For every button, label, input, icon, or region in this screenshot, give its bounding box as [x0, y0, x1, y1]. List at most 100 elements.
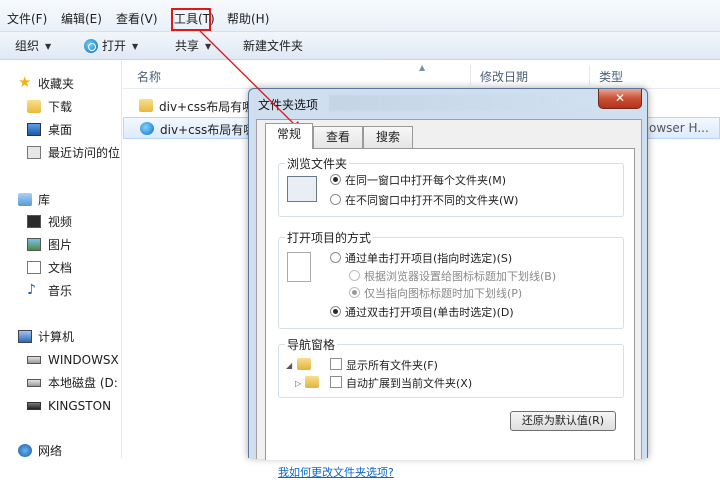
- column-modified[interactable]: 修改日期: [480, 68, 528, 85]
- nav-item-windows-drive[interactable]: WINDOWSX: [0, 350, 122, 370]
- chevron-down-icon: ▼: [45, 42, 52, 51]
- underline-browser-radio[interactable]: [349, 270, 360, 281]
- single-click-radio[interactable]: [330, 252, 341, 263]
- nav-item-libraries[interactable]: 库: [0, 190, 122, 210]
- nav-item-music[interactable]: ♪ 音乐: [0, 281, 122, 301]
- new-folder-button[interactable]: 新建文件夹: [243, 39, 303, 55]
- show-all-folders-label[interactable]: 显示所有文件夹(F): [346, 357, 438, 373]
- nav-item-computer[interactable]: 计算机: [0, 327, 122, 347]
- open-label: 打开: [102, 39, 127, 53]
- dialog-body: 常规 查看 搜索 浏览文件夹 在同一窗口中打开每个文件夹(M) 在不同窗口中打开…: [256, 119, 642, 479]
- double-click-radio[interactable]: [330, 306, 341, 317]
- column-divider[interactable]: [589, 65, 590, 85]
- nav-item-documents[interactable]: 文档: [0, 258, 122, 278]
- nav-label: 网络: [38, 444, 63, 458]
- menu-view[interactable]: 查看(V): [116, 10, 158, 30]
- file-name: div+css布局有哪: [160, 123, 256, 137]
- menu-help[interactable]: 帮助(H): [227, 10, 269, 30]
- title-bar-background: [329, 95, 629, 111]
- usb-drive-icon: [27, 402, 41, 410]
- double-click-label[interactable]: 通过双击打开项目(单击时选定)(D): [345, 304, 514, 320]
- toolbar: 组织 ▼ 打开 ▼ 共享 ▼ 新建文件夹: [0, 32, 720, 60]
- column-divider[interactable]: [470, 65, 471, 85]
- nav-label: 下载: [48, 100, 73, 114]
- tools-highlight-box: [171, 8, 211, 31]
- tab-view[interactable]: 查看: [313, 126, 363, 148]
- nav-item-desktop[interactable]: 桌面: [0, 120, 122, 140]
- open-button[interactable]: 打开 ▼: [84, 39, 138, 55]
- navigation-pane: ★ 收藏夹 下载 桌面 最近访问的位 库 视频 图片 文档 ♪ 音乐 计算机 W…: [0, 61, 122, 458]
- nav-label: 库: [38, 193, 51, 207]
- star-icon: ★: [18, 74, 32, 91]
- auto-expand-label[interactable]: 自动扩展到当前文件夹(X): [346, 375, 472, 391]
- underline-browser-label[interactable]: 根据浏览器设置给图标标题加下划线(B): [364, 268, 556, 284]
- show-all-folders-checkbox[interactable]: [330, 358, 342, 370]
- browser-icon: [84, 39, 98, 53]
- network-icon: [18, 444, 32, 457]
- desktop-icon: [27, 123, 41, 136]
- nav-label: 最近访问的位: [48, 146, 121, 160]
- organize-button[interactable]: 组织 ▼: [15, 39, 51, 55]
- column-name[interactable]: 名称: [137, 68, 161, 85]
- auto-expand-checkbox[interactable]: [330, 376, 342, 388]
- menu-edit[interactable]: 编辑(E): [61, 10, 102, 30]
- music-note-icon: ♪: [27, 282, 36, 298]
- menu-bar: 文件(F) 编辑(E) 查看(V) 工具(T) 帮助(H): [0, 0, 720, 32]
- nav-item-recent[interactable]: 最近访问的位: [0, 143, 122, 163]
- tab-panel-general: 浏览文件夹 在同一窗口中打开每个文件夹(M) 在不同窗口中打开不同的文件夹(W)…: [265, 148, 635, 479]
- nav-label: 收藏夹: [38, 77, 75, 91]
- close-button[interactable]: ✕: [598, 89, 642, 109]
- nav-label: 计算机: [38, 330, 75, 344]
- new-window-radio[interactable]: [330, 194, 341, 205]
- column-type[interactable]: 类型: [599, 68, 623, 85]
- single-click-label[interactable]: 通过单击打开项目(指向时选定)(S): [345, 250, 512, 266]
- chevron-down-icon: ▼: [132, 42, 139, 51]
- folder-icon: [305, 376, 319, 388]
- column-header: ▲ 名称 修改日期 类型: [123, 61, 720, 89]
- pointer-click-icon: [287, 252, 311, 282]
- folder-icon: [297, 358, 311, 370]
- nav-pane-group: 导航窗格 ◢ ▷ 显示所有文件夹(F) 自动扩展到当前文件夹(X): [278, 336, 624, 398]
- nav-item-videos[interactable]: 视频: [0, 212, 122, 232]
- group-title: 导航窗格: [285, 336, 338, 353]
- documents-icon: [27, 261, 41, 274]
- underline-hover-radio[interactable]: [349, 287, 360, 298]
- file-name: div+css布局有哪: [159, 100, 255, 114]
- share-button[interactable]: 共享 ▼: [175, 39, 211, 55]
- downloads-folder-icon: [27, 100, 41, 113]
- dialog-title: 文件夹选项: [258, 98, 319, 112]
- nav-item-kingston[interactable]: KINGSTON: [0, 396, 122, 416]
- nav-label: 视频: [48, 215, 73, 229]
- sort-up-icon: ▲: [419, 63, 426, 72]
- tab-general[interactable]: 常规: [265, 123, 313, 149]
- same-window-label[interactable]: 在同一窗口中打开每个文件夹(M): [345, 172, 506, 188]
- nav-item-favorites[interactable]: ★ 收藏夹: [0, 74, 122, 94]
- folder-options-dialog: 文件夹选项 ✕ 常规 查看 搜索 浏览文件夹 在同一窗口中打开每个文件夹(M) …: [248, 88, 648, 479]
- new-window-label[interactable]: 在不同窗口中打开不同的文件夹(W): [345, 192, 518, 208]
- nav-item-pictures[interactable]: 图片: [0, 235, 122, 255]
- underline-hover-label[interactable]: 仅当指向图标标题时加下划线(P): [364, 285, 522, 301]
- menu-file[interactable]: 文件(F): [7, 10, 47, 30]
- help-link[interactable]: 我如何更改文件夹选项?: [278, 464, 394, 480]
- organize-label: 组织: [15, 39, 40, 53]
- tab-search[interactable]: 搜索: [363, 126, 413, 148]
- restore-defaults-button[interactable]: 还原为默认值(R): [510, 411, 616, 431]
- nav-label: WINDOWSX: [48, 353, 119, 367]
- nav-item-downloads[interactable]: 下载: [0, 97, 122, 117]
- browser-file-icon: [140, 122, 154, 135]
- library-icon: [18, 193, 32, 206]
- windows-drive-icon: [27, 356, 41, 364]
- chevron-down-icon: ▼: [205, 42, 212, 51]
- nav-label: KINGSTON: [48, 399, 112, 413]
- nav-item-local-disk[interactable]: 本地磁盘 (D:: [0, 373, 122, 393]
- browse-folders-icon: [287, 176, 317, 202]
- tree-collapsed-icon: ▷: [295, 379, 302, 388]
- computer-icon: [18, 330, 32, 343]
- same-window-radio[interactable]: [330, 174, 341, 185]
- share-label: 共享: [175, 39, 200, 53]
- nav-item-network[interactable]: 网络: [0, 441, 122, 461]
- local-disk-icon: [27, 379, 41, 387]
- recent-places-icon: [27, 146, 41, 159]
- nav-label: 图片: [48, 238, 73, 252]
- browse-folders-group: 浏览文件夹 在同一窗口中打开每个文件夹(M) 在不同窗口中打开不同的文件夹(W): [278, 155, 624, 217]
